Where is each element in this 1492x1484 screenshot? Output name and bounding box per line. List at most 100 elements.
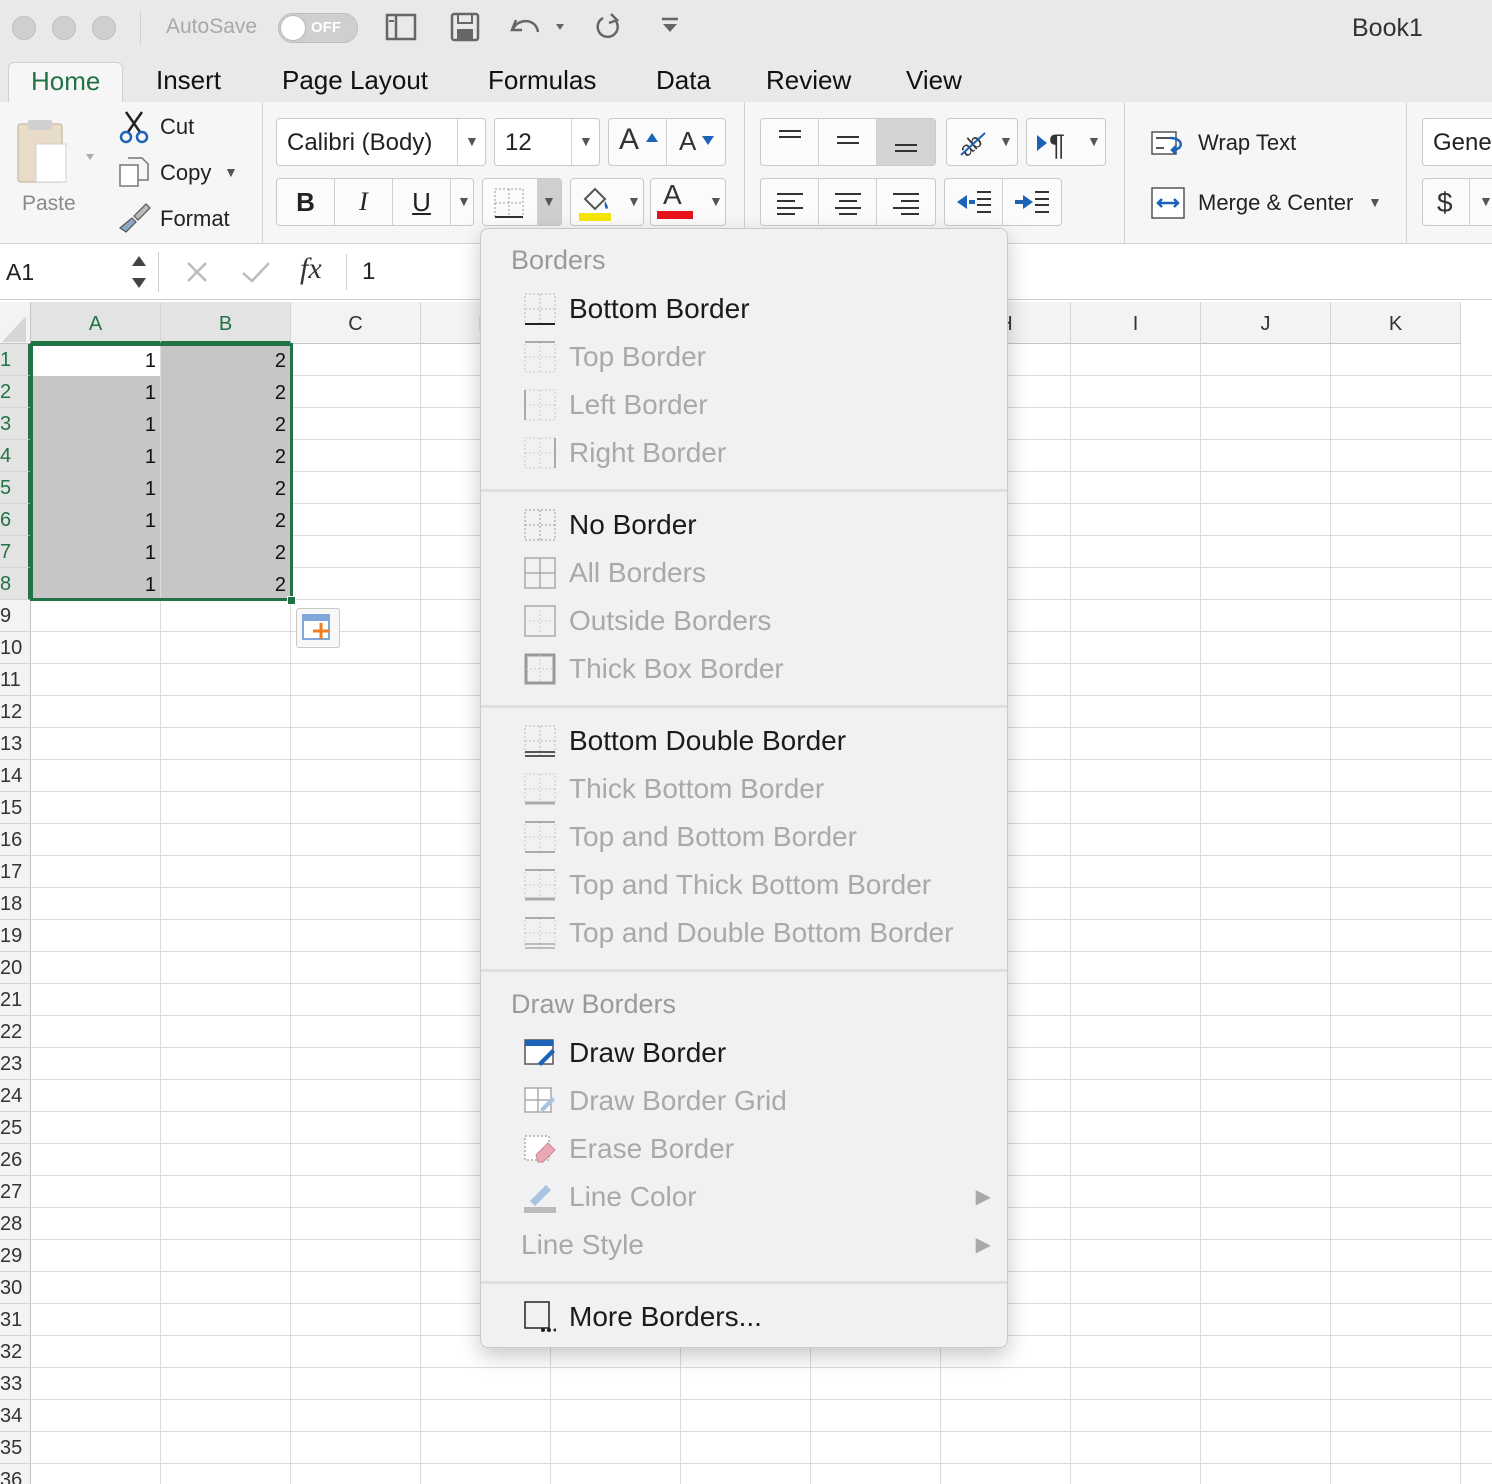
menu-item-top-thick-bottom-border[interactable]: Top and Thick Bottom Border [521,861,991,909]
menu-item-all-borders[interactable]: All Borders [521,549,991,597]
align-center-button[interactable] [819,179,877,225]
menu-item-draw-border[interactable]: Draw Border [521,1029,991,1077]
cell[interactable]: 2 [161,408,290,440]
increase-indent-button[interactable] [1003,179,1061,225]
close-window-button[interactable] [12,16,36,40]
currency-button[interactable]: $ ▼ [1422,178,1492,226]
row-header-23[interactable]: 23 [0,1048,31,1080]
menu-item-left-border[interactable]: Left Border [521,381,991,429]
cell[interactable]: 2 [161,504,290,536]
row-header-17[interactable]: 17 [0,856,31,888]
middle-align-button[interactable] [819,119,877,165]
paste-button[interactable]: Paste [12,116,94,226]
row-header-33[interactable]: 33 [0,1368,31,1400]
name-box[interactable]: A1 [6,259,34,286]
customize-toolbar-icon[interactable] [658,12,682,44]
menu-item-top-bottom-border[interactable]: Top and Bottom Border [521,813,991,861]
menu-item-thick-box-border[interactable]: Thick Box Border [521,645,991,693]
font-size-select[interactable]: 12 ▼ [494,118,600,166]
row-header-18[interactable]: 18 [0,888,31,920]
menu-item-outside-borders[interactable]: Outside Borders [521,597,991,645]
cell[interactable]: 2 [161,568,290,600]
row-header-5[interactable]: 5 [0,472,31,504]
redo-icon[interactable] [592,12,624,44]
menu-item-no-border[interactable]: No Border [521,501,991,549]
sidebar-toggle-icon[interactable] [384,12,418,44]
column-header-b[interactable]: B [161,302,291,344]
cut-button[interactable]: Cut [118,110,258,144]
column-header-c[interactable]: C [291,302,421,344]
enter-check-icon[interactable] [240,259,272,285]
row-header-7[interactable]: 7 [0,536,31,568]
merge-dropdown-icon[interactable]: ▼ [1368,194,1382,210]
borders-dropdown-toggle[interactable]: ▼ [537,179,561,225]
row-header-36[interactable]: 36 [0,1464,31,1484]
cell[interactable]: 2 [161,376,290,408]
font-color-button[interactable]: A ▼ [650,178,726,226]
tab-insert[interactable]: Insert [134,62,243,102]
cell[interactable]: 2 [161,344,290,376]
menu-item-right-border[interactable]: Right Border [521,429,991,477]
undo-icon[interactable] [506,12,566,44]
copy-button[interactable]: Copy ▼ [118,156,258,190]
row-header-32[interactable]: 32 [0,1336,31,1368]
row-header-25[interactable]: 25 [0,1112,31,1144]
fill-handle[interactable] [287,596,296,605]
formula-input[interactable]: 1 [362,258,375,286]
tab-review[interactable]: Review [744,62,873,102]
cell[interactable]: 1 [31,536,160,568]
row-header-22[interactable]: 22 [0,1016,31,1048]
column-header-j[interactable]: J [1201,302,1331,344]
number-format-select[interactable]: Gene [1422,118,1492,166]
select-all-corner[interactable] [0,302,31,344]
bold-button[interactable]: B [277,179,335,225]
cell[interactable]: 1 [31,504,160,536]
menu-item-bottom-border[interactable]: Bottom Border [521,285,991,333]
cell[interactable]: 1 [31,408,160,440]
cell[interactable]: 1 [31,440,160,472]
cell[interactable]: 1 [31,376,160,408]
menu-item-line-color[interactable]: Line Color ▶ [521,1173,991,1221]
row-header-11[interactable]: 11 [0,664,31,696]
menu-item-draw-border-grid[interactable]: Draw Border Grid [521,1077,991,1125]
row-header-8[interactable]: 8 [0,568,31,600]
currency-dropdown-icon[interactable]: ▼ [1479,193,1492,209]
fill-color-dropdown-icon[interactable]: ▼ [627,193,641,209]
font-color-dropdown-icon[interactable]: ▼ [709,193,723,209]
cell[interactable]: 2 [161,536,290,568]
borders-button[interactable]: ▼ [482,178,562,226]
column-header-i[interactable]: I [1071,302,1201,344]
row-header-26[interactable]: 26 [0,1144,31,1176]
increase-font-size-button[interactable]: A [609,119,667,165]
row-header-19[interactable]: 19 [0,920,31,952]
tab-data[interactable]: Data [634,62,733,102]
row-header-16[interactable]: 16 [0,824,31,856]
menu-item-top-border[interactable]: Top Border [521,333,991,381]
row-header-2[interactable]: 2 [0,376,31,408]
decrease-font-size-button[interactable]: A [667,119,725,165]
tab-view[interactable]: View [884,62,984,102]
cell[interactable]: 2 [161,440,290,472]
row-header-12[interactable]: 12 [0,696,31,728]
row-header-24[interactable]: 24 [0,1080,31,1112]
font-name-select[interactable]: Calibri (Body) ▼ [276,118,486,166]
tab-page-layout[interactable]: Page Layout [260,62,450,102]
row-header-21[interactable]: 21 [0,984,31,1016]
menu-item-erase-border[interactable]: Erase Border [521,1125,991,1173]
decrease-indent-button[interactable] [945,179,1003,225]
row-header-6[interactable]: 6 [0,504,31,536]
quick-analysis-button[interactable] [296,608,340,648]
menu-item-thick-bottom-border[interactable]: Thick Bottom Border [521,765,991,813]
menu-item-line-style[interactable]: Line Style ▶ [521,1221,991,1269]
underline-button[interactable]: U [393,179,451,225]
row-header-30[interactable]: 30 [0,1272,31,1304]
orientation-button[interactable]: ab ▼ [946,118,1018,166]
cancel-icon[interactable] [184,259,210,285]
format-painter-button[interactable]: Format [118,202,258,236]
save-icon[interactable] [448,12,482,44]
row-header-34[interactable]: 34 [0,1400,31,1432]
row-header-20[interactable]: 20 [0,952,31,984]
italic-button[interactable]: I [335,179,393,225]
row-header-31[interactable]: 31 [0,1304,31,1336]
align-right-button[interactable] [877,179,935,225]
